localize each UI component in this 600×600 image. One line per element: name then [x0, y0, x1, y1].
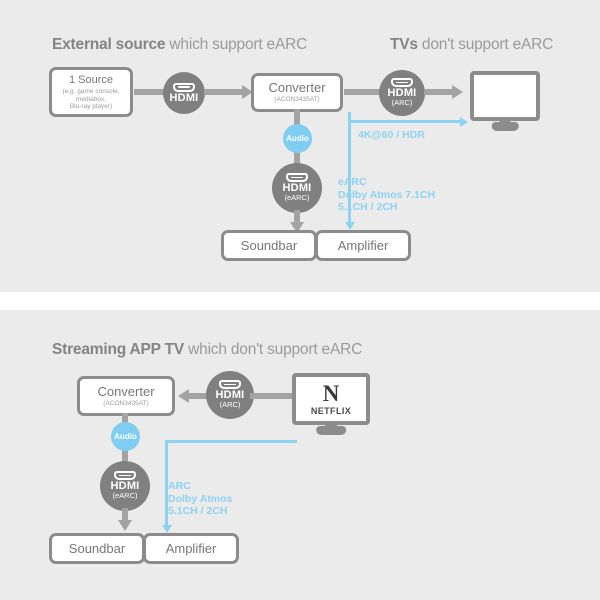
box-amplifier-top-title: Amplifier — [337, 237, 389, 253]
box-source[interactable]: 1 Source (e.g. game console, mediabox, B… — [49, 67, 133, 117]
audio-badge-top-label: Audio — [286, 134, 309, 143]
blue-path-horizontal-bottom — [165, 440, 297, 443]
label-audio-spec-top: eARC Dolby Atmos 7.1CH 5.1CH / 2CH — [338, 176, 436, 213]
hdmi-badge-earc-bottom-sublabel: (eARC) — [112, 491, 138, 501]
hdmi-plug-icon — [391, 78, 413, 88]
box-converter-bottom-title: Converter — [97, 383, 155, 399]
audio-badge-bottom-label: Audio — [114, 432, 137, 441]
box-source-title: 1 Source — [68, 74, 114, 87]
hdmi-badge-arc-top-sublabel: (ARC) — [391, 98, 413, 108]
box-amplifier-bottom[interactable]: Amplifier — [143, 533, 239, 564]
arrow-earc-to-soundbar — [290, 222, 304, 233]
connector-hdmi-to-converter — [204, 89, 244, 95]
heading-external-source: External source which support eARC — [52, 36, 307, 54]
connector-source-to-hdmi — [134, 89, 166, 95]
heading-streaming-strong: Streaming APP TV — [52, 341, 185, 358]
box-converter-bottom-subtitle: (ACON3435AT) — [103, 399, 149, 407]
box-soundbar-top-title: Soundbar — [240, 237, 298, 253]
tv-stand — [316, 426, 346, 435]
arrow-hdmi-to-converter — [242, 85, 253, 99]
hdmi-plug-icon — [114, 471, 136, 481]
box-soundbar-top[interactable]: Soundbar — [221, 230, 317, 261]
heading-tvs-light: don't support eARC — [417, 36, 554, 53]
hdmi-plug-icon — [286, 173, 308, 183]
blue-path-video-top — [348, 120, 462, 123]
hdmi-badge-source-label: HDMI — [169, 91, 199, 104]
hdmi-badge-earc-bottom[interactable]: HDMI (eARC) — [100, 461, 150, 511]
hdmi-badge-arc-bottom-sublabel: (ARC) — [219, 400, 241, 410]
box-soundbar-bottom[interactable]: Soundbar — [49, 533, 145, 564]
box-converter-top-subtitle: (ACON3435AT) — [274, 96, 320, 104]
audio-badge-bottom[interactable]: Audio — [111, 422, 140, 451]
box-converter-top-title: Converter — [268, 80, 326, 96]
tv-monitor-netflix[interactable]: N NETFLIX — [292, 373, 370, 435]
hdmi-badge-earc-top[interactable]: HDMI (eARC) — [272, 163, 322, 213]
tv-monitor-top[interactable] — [470, 71, 540, 131]
tv-stand — [491, 122, 519, 131]
diagram-page: External source which support eARC TVs d… — [0, 0, 600, 600]
connector-tv-to-hdmiarc-bottom — [250, 393, 296, 399]
heading-external-light: which support eARC — [165, 36, 308, 53]
heading-external-strong: External source — [52, 36, 166, 53]
box-converter-top[interactable]: Converter (ACON3435AT) — [251, 73, 343, 112]
netflix-n-icon: N — [322, 380, 340, 406]
box-amplifier-bottom-title: Amplifier — [165, 540, 217, 556]
box-soundbar-bottom-title: Soundbar — [68, 540, 126, 556]
hdmi-plug-icon — [219, 380, 241, 390]
hdmi-badge-arc-bottom[interactable]: HDMI (ARC) — [206, 371, 254, 419]
box-amplifier-top[interactable]: Amplifier — [315, 230, 411, 261]
audio-badge-top[interactable]: Audio — [283, 124, 312, 153]
blue-arrow-audio-bottom — [161, 525, 172, 533]
netflix-wordmark: NETFLIX — [310, 405, 352, 416]
hdmi-badge-source[interactable]: HDMI — [163, 72, 205, 114]
hdmi-plug-icon — [173, 82, 195, 92]
hdmi-badge-earc-top-sublabel: (eARC) — [284, 193, 310, 203]
heading-tvs-strong: TVs — [390, 36, 418, 53]
label-video-spec-top: 4K@60 / HDR — [358, 129, 425, 141]
hdmi-badge-arc-top[interactable]: HDMI (ARC) — [379, 70, 425, 116]
blue-arrow-video-top — [460, 116, 468, 127]
section-divider — [0, 292, 600, 310]
box-converter-bottom[interactable]: Converter (ACON3435AT) — [77, 376, 175, 416]
heading-streaming-app-tv: Streaming APP TV which don't support eAR… — [52, 341, 362, 359]
heading-tvs: TVs don't support eARC — [390, 36, 553, 54]
blue-arrow-audio-top — [344, 222, 355, 230]
connector-converter-to-hdmiarc — [344, 89, 380, 95]
label-audio-spec-bottom: ARC Dolby Atmos 5.1CH / 2CH — [168, 480, 233, 517]
tv-monitor-icon — [470, 71, 540, 121]
arrow-earc-to-soundbar-bottom — [118, 520, 132, 531]
connector-hdmiarc-to-tv — [424, 89, 454, 95]
heading-streaming-light: which don't support eARC — [184, 341, 363, 358]
arrow-hdmiarc-to-tv — [452, 85, 463, 99]
tv-monitor-icon: N NETFLIX — [292, 373, 370, 425]
box-source-subtitle: (e.g. game console, mediabox, Blu-ray pl… — [62, 88, 120, 111]
